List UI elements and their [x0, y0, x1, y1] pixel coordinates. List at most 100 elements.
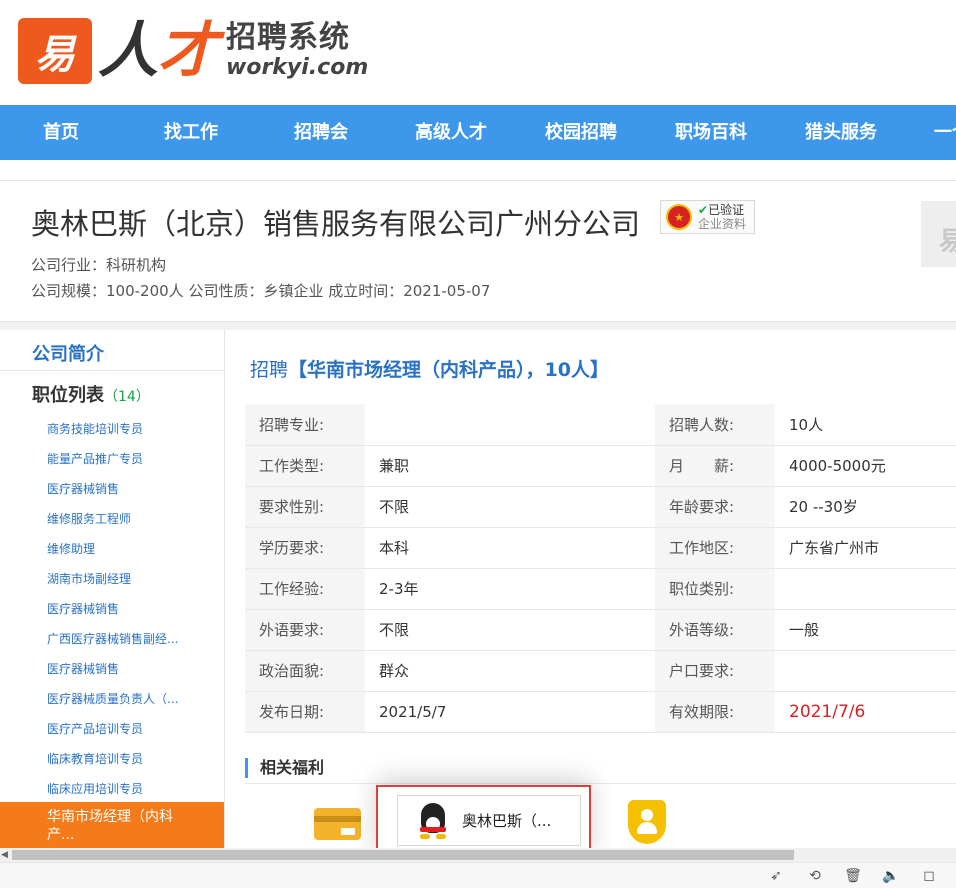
job-detail-table: 招聘专业: 招聘人数: 10人 工作类型: 兼职 月 薪: 4000-5000元…: [245, 404, 956, 733]
field-value: [775, 650, 956, 692]
field-value: [775, 568, 956, 610]
field-label: 政治面貌:: [245, 650, 365, 692]
field-label: 外语要求:: [245, 609, 365, 651]
shield-person-head: [641, 809, 653, 821]
field-value: 兼职: [365, 445, 655, 487]
job-title-text: 【华南市场经理（内科产品），10人】: [288, 359, 609, 381]
sidebar-job-item[interactable]: 医疗器械销售: [47, 660, 119, 677]
logo-ren-cai: 人才: [98, 21, 218, 81]
penguin-scarf: [420, 826, 446, 832]
field-value: 群众: [365, 650, 655, 692]
table-row: 发布日期: 2021/5/7 有效期限: 2021/7/6: [245, 691, 956, 733]
sidebar-job-item[interactable]: 湖南市场副经理: [47, 570, 131, 587]
insurance-shield-icon: [628, 800, 666, 844]
window-icon[interactable]: ◻: [920, 867, 938, 885]
site-logo[interactable]: 易 人才 招聘系统 workyi.com: [18, 18, 368, 84]
nav-career-wiki[interactable]: 职场百科: [675, 105, 747, 160]
benefits-heading: 相关福利: [245, 758, 324, 778]
sidebar-job-item[interactable]: 维修助理: [47, 540, 95, 557]
field-value: 一般: [775, 609, 956, 651]
promo-logo-icon: 易: [939, 227, 956, 257]
field-label: 月 薪:: [655, 445, 775, 487]
section-gap: [0, 322, 956, 330]
job-detail: 招聘【华南市场经理（内科产品），10人】 招聘专业: 招聘人数: 10人 工作类…: [226, 330, 956, 848]
company-industry: 公司行业：科研机构: [31, 256, 167, 274]
table-row: 学历要求: 本科 工作地区: 广东省广州市: [245, 527, 956, 569]
browser-status-bar: ➶ ⟲ 🗑 🔈 ◻: [0, 862, 956, 888]
sidebar-job-item[interactable]: 能量产品推广专员: [47, 450, 143, 467]
sidebar-job-item[interactable]: 医疗器械销售: [47, 600, 119, 617]
sidebar-divider: [0, 370, 224, 371]
sidebar-job-list-title: 职位列表（14）: [32, 381, 150, 407]
sidebar-job-item[interactable]: 维修服务工程师: [47, 510, 131, 527]
benefits-divider: [245, 783, 956, 784]
field-value: 2-3年: [365, 568, 655, 610]
sidebar-job-item-active[interactable]: 华南市场经理（内科 产...: [0, 802, 224, 848]
sidebar-job-item[interactable]: 医疗产品培训专员: [47, 720, 143, 737]
field-value: 广东省广州市: [775, 527, 956, 569]
field-label: 工作类型:: [245, 445, 365, 487]
job-title-prefix: 招聘: [250, 359, 289, 381]
side-promo-tab[interactable]: 易: [921, 201, 956, 267]
trash-icon[interactable]: 🗑: [844, 867, 862, 885]
scroll-left-icon[interactable]: ◀: [1, 848, 8, 862]
table-row: 招聘专业: 招聘人数: 10人: [245, 404, 956, 446]
active-line1: 华南市场经理（内科: [47, 809, 173, 825]
shield-person-body: [637, 822, 657, 834]
field-label: 年龄要求:: [655, 486, 775, 528]
sidebar-job-item[interactable]: 商务技能培训专员: [47, 420, 143, 437]
table-row: 外语要求: 不限 外语等级: 一般: [245, 609, 956, 651]
nav-senior-talent[interactable]: 高级人才: [415, 105, 487, 160]
sidebar-job-item[interactable]: 医疗器械质量负责人（...: [47, 690, 178, 707]
table-row: 工作经验: 2-3年 职位类别:: [245, 568, 956, 610]
scrollbar-thumb[interactable]: [12, 850, 794, 860]
qq-chat-preview[interactable]: 奥林巴斯（...: [397, 795, 581, 846]
sidebar-job-item[interactable]: 临床教育培训专员: [47, 750, 143, 767]
logo-cai: 才: [158, 16, 218, 86]
logo-badge: 易: [18, 18, 92, 84]
sidebar: 公司简介 职位列表（14） 商务技能培训专员 能量产品推广专员 医疗器械销售 维…: [0, 330, 225, 848]
job-list-label: 职位列表: [32, 385, 104, 406]
horizontal-scrollbar[interactable]: ◀: [0, 848, 956, 862]
field-label: 招聘专业:: [245, 404, 365, 446]
sidebar-company-intro[interactable]: 公司简介: [32, 340, 104, 366]
nav-headhunter[interactable]: 猎头服务: [805, 105, 877, 160]
main-nav: 首页 找工作 招聘会 高级人才 校园招聘 职场百科 猎头服务 一个: [0, 105, 956, 160]
sidebar-job-item[interactable]: 临床应用培训专员: [47, 780, 143, 797]
sidebar-job-item[interactable]: 广西医疗器械销售副经...: [47, 630, 178, 647]
logo-cn: 招聘系统: [226, 20, 350, 55]
field-value: 4000-5000元: [775, 445, 956, 487]
volume-icon[interactable]: 🔈: [882, 867, 900, 885]
verify-text: ✔已验证 企业资料: [698, 203, 746, 232]
verify-line2: 企业资料: [698, 217, 747, 231]
nav-campus[interactable]: 校园招聘: [545, 105, 617, 160]
table-row: 要求性别: 不限 年龄要求: 20 --30岁: [245, 486, 956, 528]
verify-status: 已验证: [708, 202, 745, 217]
job-count: （14）: [104, 389, 150, 405]
field-label: 学历要求:: [245, 527, 365, 569]
field-label: 户口要求:: [655, 650, 775, 692]
table-row: 政治面貌: 群众 户口要求:: [245, 650, 956, 692]
verify-line1: ✔已验证: [698, 203, 746, 217]
nav-more[interactable]: 一个: [934, 105, 956, 160]
seal-icon: ★: [666, 204, 692, 230]
nav-job-fair[interactable]: 招聘会: [294, 105, 348, 160]
penguin-foot-right: [436, 833, 446, 839]
active-line2: 产...: [47, 827, 75, 843]
nav-find-job[interactable]: 找工作: [164, 105, 218, 160]
field-label: 工作地区:: [655, 527, 775, 569]
verified-badge[interactable]: ★ ✔已验证 企业资料: [660, 200, 755, 234]
table-row: 工作类型: 兼职 月 薪: 4000-5000元: [245, 445, 956, 487]
field-label: 工作经验:: [245, 568, 365, 610]
nav-home[interactable]: 首页: [43, 105, 79, 160]
sidebar-job-item[interactable]: 医疗器械销售: [47, 480, 119, 497]
field-label: 职位类别:: [655, 568, 775, 610]
check-icon: ✔: [698, 202, 709, 217]
rocket-icon[interactable]: ➶: [767, 867, 785, 885]
history-icon[interactable]: ⟲: [806, 867, 824, 885]
field-value: 不限: [365, 486, 655, 528]
field-value: 20 --30岁: [775, 486, 956, 528]
bank-card-icon: [314, 808, 361, 840]
field-value: 2021/5/7: [365, 691, 655, 733]
field-label: 发布日期:: [245, 691, 365, 733]
